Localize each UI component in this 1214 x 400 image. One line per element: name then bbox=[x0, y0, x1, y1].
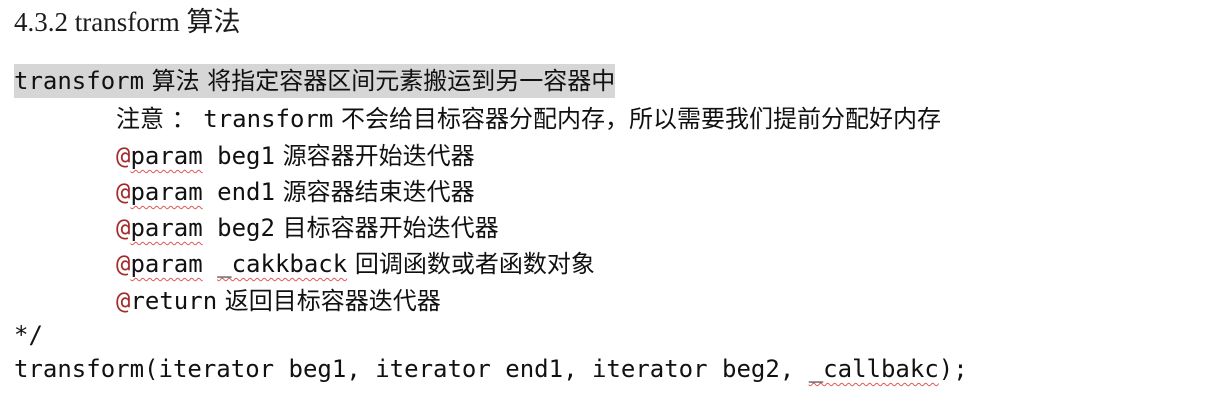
note-text: 不会给目标容器分配内存，所以需要我们提前分配好内存 bbox=[333, 105, 941, 133]
comment-end: */ bbox=[14, 321, 43, 349]
note-code: transform bbox=[203, 105, 334, 133]
param-at-sign: @ bbox=[116, 214, 131, 242]
param-desc: 源容器开始迭代器 bbox=[274, 142, 475, 170]
return-tag: return bbox=[130, 287, 218, 315]
param-tag: param bbox=[130, 178, 203, 206]
param-desc: 回调函数或者函数对象 bbox=[347, 250, 595, 278]
function-signature: transform(iterator beg1, iterator end1, … bbox=[14, 352, 968, 386]
param-at-sign: @ bbox=[116, 142, 131, 170]
param-tag: param bbox=[130, 250, 203, 278]
signature-callback: _callbakc bbox=[808, 355, 939, 383]
summary-line: transform 算法 将指定容器区间元素搬运到另一容器中 bbox=[14, 64, 616, 98]
note-line: 注意 ： transform 不会给目标容器分配内存，所以需要我们提前分配好内存 bbox=[116, 102, 941, 136]
param-at-sign: @ bbox=[116, 178, 131, 206]
param-line-beg1: @param beg1 源容器开始迭代器 bbox=[116, 139, 475, 173]
return-desc: 返回目标容器迭代器 bbox=[217, 287, 441, 315]
summary-text: 算法 将指定容器区间元素搬运到另一容器中 bbox=[144, 67, 616, 95]
param-name: end1 bbox=[217, 178, 275, 206]
param-name: beg2 bbox=[217, 214, 275, 242]
param-at-sign: @ bbox=[116, 250, 131, 278]
param-tag: param bbox=[130, 214, 203, 242]
param-name: beg1 bbox=[217, 142, 275, 170]
param-line-end1: @param end1 源容器结束迭代器 bbox=[116, 175, 475, 209]
param-desc: 源容器结束迭代器 bbox=[274, 178, 475, 206]
note-label: 注意 ： bbox=[116, 105, 204, 133]
return-line: @return 返回目标容器迭代器 bbox=[116, 284, 441, 318]
section-heading: 4.3.2 transform 算法 bbox=[14, 7, 241, 37]
param-line-callback: @param _cakkback 回调函数或者函数对象 bbox=[116, 247, 595, 281]
signature-prefix: transform(iterator beg1, iterator end1, … bbox=[14, 355, 809, 383]
param-tag: param bbox=[130, 142, 203, 170]
signature-suffix: ); bbox=[938, 355, 968, 383]
return-at-sign: @ bbox=[116, 287, 131, 315]
param-name: _cakkback bbox=[217, 250, 348, 278]
param-desc: 目标容器开始迭代器 bbox=[274, 214, 499, 242]
summary-code: transform bbox=[14, 67, 145, 95]
param-line-beg2: @param beg2 目标容器开始迭代器 bbox=[116, 211, 499, 245]
